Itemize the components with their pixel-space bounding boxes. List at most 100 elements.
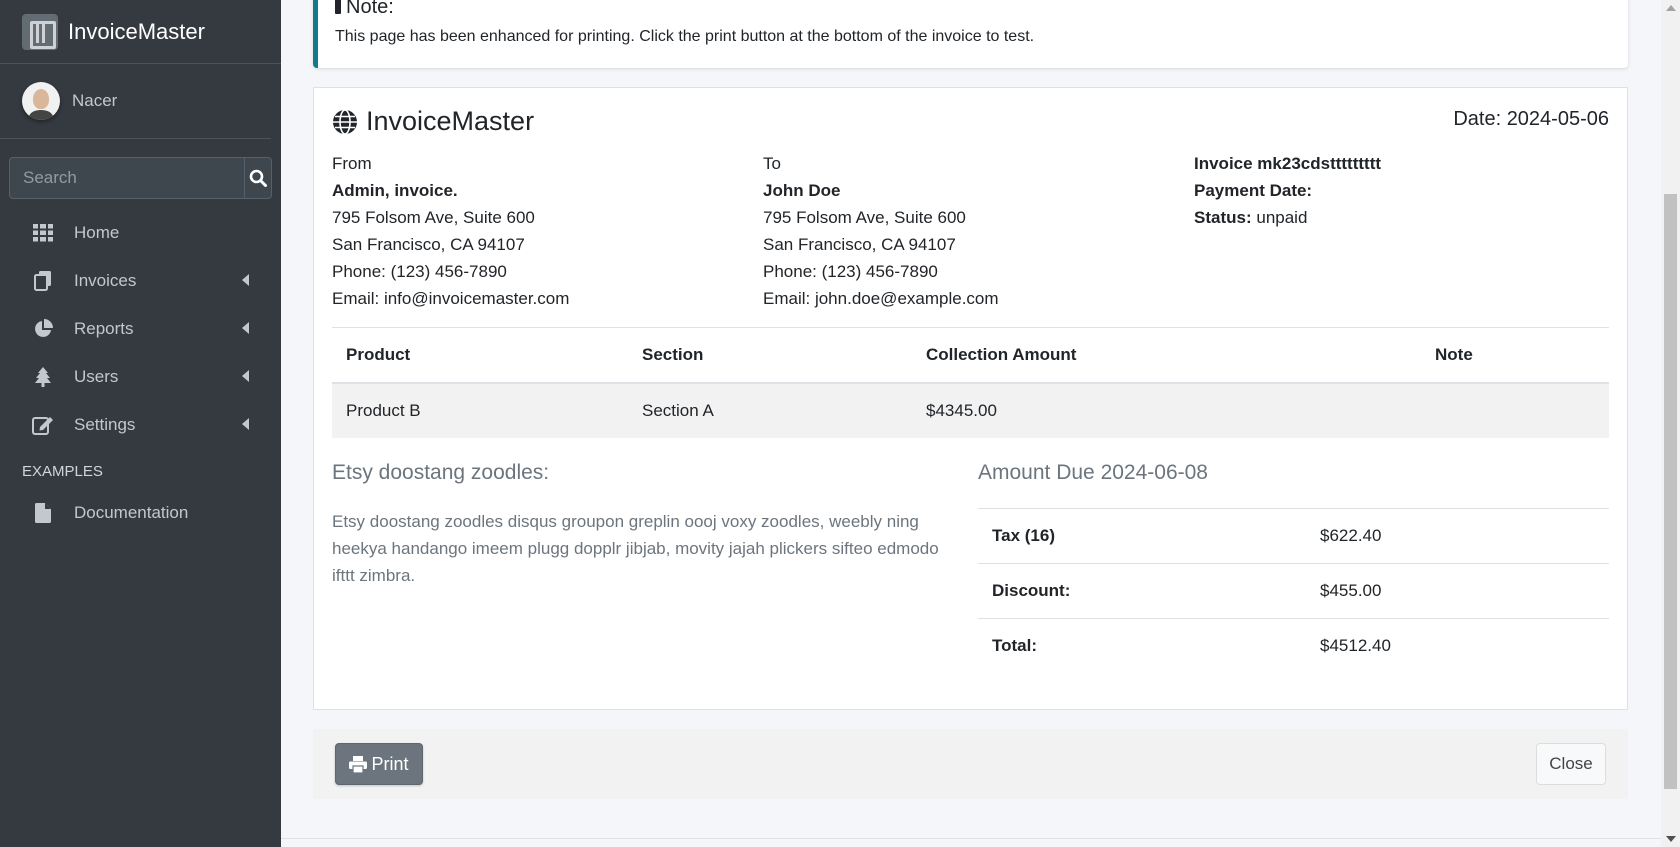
sidebar-item-label: Documentation	[74, 503, 189, 522]
sidebar-nav-examples: Documentation	[0, 489, 281, 537]
tree-icon	[32, 366, 54, 388]
scrollbar-thumb[interactable]	[1664, 194, 1677, 789]
main-content: Note: This page has been enhanced for pr…	[281, 0, 1661, 847]
search-button[interactable]	[244, 157, 272, 199]
to-address: To John Doe 795 Folsom Ave, Suite 600 Sa…	[763, 150, 999, 312]
sidebar-item-settings[interactable]: Settings	[10, 401, 271, 449]
sidebar-item-invoices[interactable]: Invoices	[10, 257, 271, 305]
cell-collection-amount: $4345.00	[912, 383, 1421, 438]
cell-note	[1421, 383, 1609, 438]
invoice-title: InvoiceMaster	[366, 106, 535, 136]
status-label: Status:	[1194, 208, 1252, 227]
avatar	[22, 82, 60, 120]
discount-label: Discount:	[978, 563, 1306, 619]
notes-title: Etsy doostang zoodles:	[332, 461, 550, 484]
sidebar: InvoiceMaster Nacer Home Invoices	[0, 0, 281, 847]
cell-section: Section A	[628, 383, 912, 438]
discount-value: $455.00	[1306, 563, 1609, 619]
search-icon	[249, 169, 267, 187]
total-label: Total:	[978, 618, 1306, 674]
brand-name-light: Master	[137, 18, 205, 44]
amount-due: Amount Due 2024-06-08	[978, 461, 1208, 484]
table-row: Product B Section A $4345.00	[332, 383, 1609, 438]
tax-value: $622.40	[1306, 508, 1609, 564]
sidebar-item-reports[interactable]: Reports	[10, 305, 271, 353]
summary-row-tax: Tax (16) $622.40	[978, 508, 1609, 564]
invoice-header: InvoiceMaster	[332, 106, 534, 137]
status-line: Status: unpaid	[1194, 204, 1381, 231]
scroll-up-arrow-icon[interactable]	[1666, 5, 1676, 11]
edit-icon	[32, 414, 54, 436]
summary-table: Tax (16) $622.40 Discount: $455.00 Total…	[978, 508, 1609, 674]
sidebar-search	[9, 157, 272, 199]
print-icon	[349, 755, 368, 773]
to-address2: San Francisco, CA 94107	[763, 235, 956, 254]
search-input[interactable]	[9, 157, 244, 199]
user-panel[interactable]: Nacer	[0, 64, 271, 139]
total-value: $4512.40	[1306, 618, 1609, 674]
col-note: Note	[1421, 328, 1609, 384]
brand-link[interactable]: InvoiceMaster	[0, 0, 281, 64]
notes-text: Etsy doostang zoodles disqus groupon gre…	[332, 512, 939, 585]
from-label: From	[332, 154, 372, 173]
col-product: Product	[332, 328, 628, 384]
summary-row-total: Total: $4512.40	[978, 618, 1609, 674]
sidebar-item-label: Settings	[74, 415, 136, 434]
invoice-date: Date: 2024-05-06	[1453, 108, 1609, 130]
grid-icon	[32, 222, 54, 244]
content-bottom-border	[281, 838, 1661, 839]
chevron-left-icon	[242, 274, 249, 286]
close-button[interactable]: Close	[1536, 743, 1606, 785]
sidebar-item-documentation[interactable]: Documentation	[10, 489, 271, 537]
sidebar-item-home[interactable]: Home	[10, 209, 271, 257]
items-table: Product Section Collection Amount Note P…	[332, 328, 1609, 438]
nav-section-header: EXAMPLES	[22, 463, 103, 480]
chevron-left-icon	[242, 370, 249, 382]
note-title: Note:	[335, 0, 394, 19]
from-address1: 795 Folsom Ave, Suite 600	[332, 208, 535, 227]
status-value: unpaid	[1256, 208, 1308, 227]
payment-date: Payment Date:	[1194, 181, 1313, 200]
to-name: John Doe	[763, 181, 841, 200]
from-address: From Admin, invoice. 795 Folsom Ave, Sui…	[332, 150, 569, 312]
table-header-row: Product Section Collection Amount Note	[332, 328, 1609, 384]
invoice-number: Invoice mk23cdsttttttttt	[1194, 154, 1382, 173]
sidebar-item-users[interactable]: Users	[10, 353, 271, 401]
print-button[interactable]: Print	[335, 743, 423, 785]
col-section: Section	[628, 328, 912, 384]
info-icon	[335, 0, 341, 14]
chevron-left-icon	[242, 418, 249, 430]
globe-icon	[333, 108, 357, 135]
note-title-text: Note:	[346, 0, 394, 18]
note-text: This page has been enhanced for printing…	[335, 28, 1035, 45]
from-name: Admin, invoice.	[332, 181, 458, 200]
brand-name: InvoiceMaster	[68, 19, 205, 45]
to-email: Email: john.doe@example.com	[763, 289, 999, 308]
note-callout: Note: This page has been enhanced for pr…	[313, 0, 1628, 68]
sidebar-item-label: Users	[74, 367, 119, 386]
brand-name-bold: Invoice	[68, 18, 138, 44]
chevron-left-icon	[242, 322, 249, 334]
from-email: Email: info@invoicemaster.com	[332, 289, 570, 308]
to-phone: Phone: (123) 456-7890	[763, 262, 938, 281]
scroll-down-arrow-icon[interactable]	[1666, 836, 1676, 842]
sidebar-item-label: Home	[74, 223, 120, 242]
from-phone: Phone: (123) 456-7890	[332, 262, 507, 281]
sidebar-item-label: Invoices	[74, 271, 137, 290]
invoice-meta: Invoice mk23cdsttttttttt Payment Date: S…	[1194, 150, 1381, 231]
to-label: To	[763, 154, 781, 173]
page-scrollbar[interactable]	[1661, 0, 1680, 847]
user-name[interactable]: Nacer	[72, 91, 117, 111]
files-icon	[32, 270, 54, 292]
from-address2: San Francisco, CA 94107	[332, 235, 525, 254]
brand-logo-icon	[22, 13, 58, 50]
file-icon	[32, 502, 54, 524]
col-collection-amount: Collection Amount	[912, 328, 1421, 384]
cell-product: Product B	[332, 383, 628, 438]
to-address1: 795 Folsom Ave, Suite 600	[763, 208, 966, 227]
invoice-actions: Print Close	[313, 729, 1628, 799]
sidebar-nav: Home Invoices Reports Users Settings	[0, 209, 281, 449]
summary-row-discount: Discount: $455.00	[978, 563, 1609, 619]
print-label: Print	[371, 753, 409, 774]
sidebar-item-label: Reports	[74, 319, 134, 338]
